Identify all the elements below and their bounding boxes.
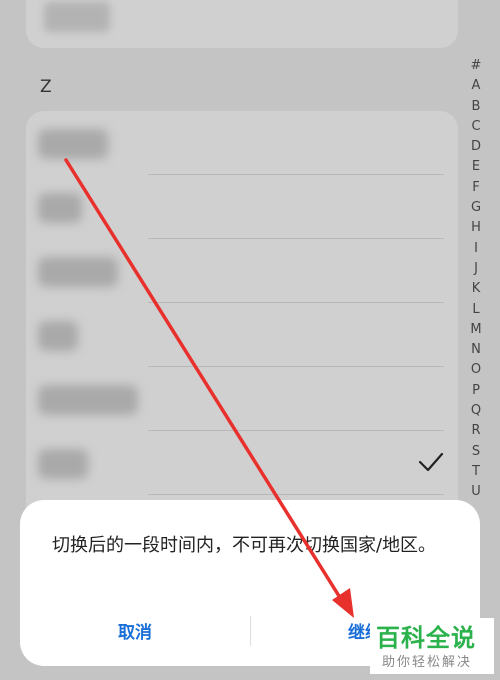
section-header-letter: Z [40, 77, 52, 97]
list-item[interactable] [26, 239, 458, 303]
cancel-button[interactable]: 取消 [20, 616, 250, 650]
alphabet-index-item[interactable]: F [472, 178, 479, 198]
blurred-country-name [38, 385, 138, 415]
list-item[interactable] [26, 303, 458, 367]
alphabet-index-item[interactable]: E [472, 157, 480, 177]
dialog-message: 切换后的一段时间内，不可再次切换国家/地区。 [52, 535, 437, 556]
alphabet-index-item[interactable]: S [472, 442, 480, 462]
blurred-country-name [38, 321, 78, 351]
previous-section-card [26, 0, 458, 48]
blurred-country-name [38, 193, 82, 223]
alphabet-index-item[interactable]: A [472, 76, 481, 96]
list-item[interactable] [26, 367, 458, 431]
alphabet-index-item[interactable]: T [472, 462, 480, 482]
watermark-title: 百科全说 [376, 624, 476, 652]
check-icon [418, 452, 444, 472]
alphabet-index-item[interactable]: C [471, 117, 480, 137]
blurred-country-name [38, 129, 108, 159]
alphabet-index-item[interactable]: J [474, 259, 478, 279]
alphabet-index-item[interactable]: K [472, 279, 481, 299]
alphabet-index-item[interactable]: H [471, 218, 481, 238]
blurred-country-name [38, 257, 118, 287]
alphabet-index-item[interactable]: L [472, 300, 479, 320]
watermark-subtitle: 助你轻松解决 [382, 655, 473, 670]
alphabet-index-item[interactable]: D [471, 137, 481, 157]
alphabet-index-item[interactable]: R [471, 421, 480, 441]
alphabet-index-item[interactable]: P [472, 381, 480, 401]
list-item[interactable] [26, 111, 458, 175]
country-list-card [26, 111, 458, 551]
alphabet-index-item[interactable]: B [472, 97, 481, 117]
alphabet-index-item[interactable]: U [471, 482, 481, 502]
alphabet-index-item[interactable]: O [471, 360, 481, 380]
alphabet-index-item[interactable]: G [471, 198, 481, 218]
alphabet-index[interactable]: # A B C D E F G H I J K L M N O P Q R S T U [466, 56, 486, 503]
blurred-country-name [38, 449, 88, 479]
alphabet-index-item[interactable]: M [470, 320, 481, 340]
alphabet-index-item[interactable]: # [471, 56, 482, 76]
list-item-selected[interactable] [26, 431, 458, 495]
blurred-country-name[interactable] [44, 2, 110, 32]
alphabet-index-item[interactable]: I [474, 239, 478, 259]
watermark-logo: 百科全说 助你轻松解决 [370, 618, 494, 674]
alphabet-index-item[interactable]: N [471, 340, 481, 360]
alphabet-index-item[interactable]: Q [471, 401, 481, 421]
list-item[interactable] [26, 175, 458, 239]
